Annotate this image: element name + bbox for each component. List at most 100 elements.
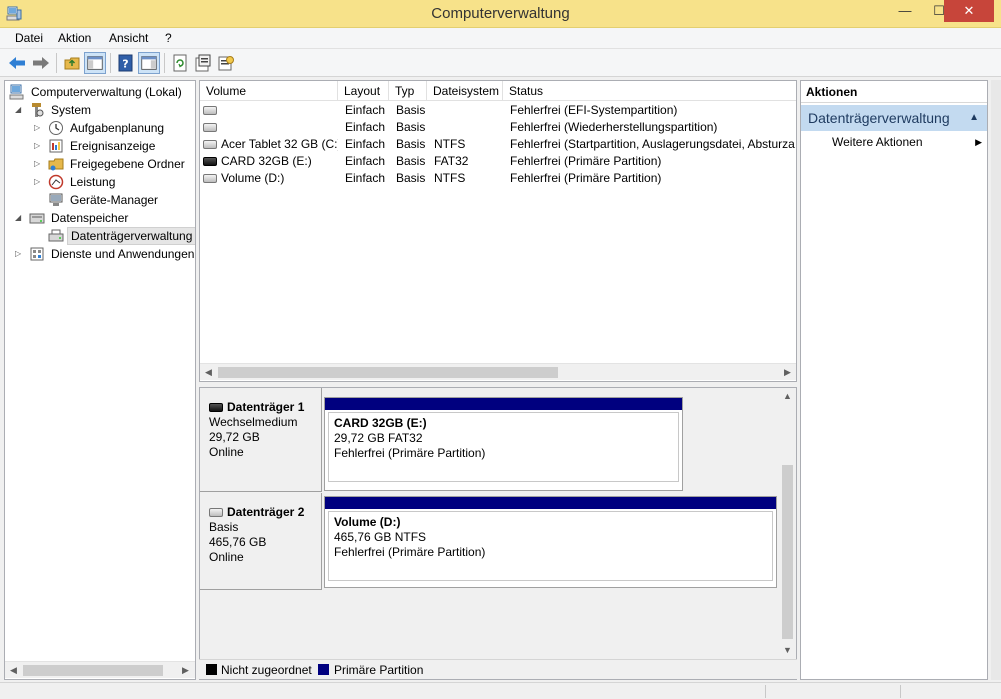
action-weitere-aktionen[interactable]: Weitere Aktionen ▶ bbox=[832, 133, 982, 151]
collapse-icon[interactable]: ◢ bbox=[15, 209, 25, 227]
legend-label-primary: Primäre Partition bbox=[334, 663, 424, 677]
table-row[interactable]: Einfach Basis Fehlerfrei (EFI-Systempart… bbox=[200, 102, 796, 119]
performance-icon bbox=[48, 174, 64, 190]
primary-partition-swatch bbox=[318, 664, 329, 675]
column-header-volume[interactable]: Volume bbox=[200, 81, 338, 101]
disk-2-label[interactable]: Datenträger 2 Basis 465,76 GB Online bbox=[200, 493, 322, 590]
system-tools-icon bbox=[32, 103, 44, 117]
volume-list: Volume Layout Typ Dateisystem Status Ein… bbox=[199, 80, 797, 382]
toolbar: ? bbox=[0, 49, 1001, 77]
table-row[interactable]: Einfach Basis Fehlerfrei (Wiederherstell… bbox=[200, 119, 796, 136]
properties-icon[interactable] bbox=[192, 52, 214, 74]
actions-section-datentraegerverwaltung[interactable]: Datenträgerverwaltung ▲ bbox=[801, 105, 987, 131]
drive-icon bbox=[203, 174, 217, 183]
forward-arrow-icon[interactable] bbox=[30, 52, 52, 74]
scroll-left-icon[interactable]: ◀ bbox=[200, 364, 217, 381]
disk-state: Online bbox=[209, 550, 244, 564]
up-folder-icon[interactable] bbox=[61, 52, 83, 74]
disk-size: 29,72 GB bbox=[209, 430, 260, 444]
minimize-button[interactable]: — bbox=[888, 0, 922, 22]
show-hide-action-pane-icon[interactable] bbox=[138, 52, 160, 74]
partition-detail: 29,72 GB FAT32 bbox=[334, 431, 423, 445]
menu-ansicht[interactable]: Ansicht bbox=[109, 31, 148, 45]
scroll-right-icon[interactable]: ▶ bbox=[779, 364, 796, 381]
storage-icon bbox=[29, 213, 45, 224]
scroll-right-icon[interactable]: ▶ bbox=[177, 662, 194, 679]
disk-type: Wechselmedium bbox=[209, 415, 298, 429]
help-icon[interactable]: ? bbox=[115, 52, 137, 74]
drive-icon bbox=[203, 106, 217, 115]
tree-item-label: Geräte-Manager bbox=[70, 193, 159, 207]
window-title: Computerverwaltung bbox=[431, 5, 570, 22]
partition-volume-d[interactable]: Volume (D:) 465,76 GB NTFS Fehlerfrei (P… bbox=[324, 496, 777, 588]
event-viewer-icon bbox=[49, 139, 63, 153]
drive-icon bbox=[209, 508, 223, 517]
window-edge bbox=[991, 80, 1001, 680]
tree-item-label: Dienste und Anwendungen bbox=[51, 247, 195, 261]
expand-icon[interactable]: ▷ bbox=[34, 173, 44, 191]
tree-item-label: Aufgabenplanung bbox=[70, 121, 165, 135]
action-label: Weitere Aktionen bbox=[832, 135, 923, 149]
volume-list-horizontal-scrollbar[interactable]: ◀ ▶ bbox=[200, 363, 796, 380]
expand-icon[interactable]: ▷ bbox=[34, 137, 44, 155]
scroll-thumb[interactable] bbox=[23, 665, 163, 676]
show-hide-console-tree-icon[interactable] bbox=[84, 52, 106, 74]
tree-item-label: Computerverwaltung (Lokal) bbox=[31, 85, 182, 99]
partition-card-e[interactable]: CARD 32GB (E:) 29,72 GB FAT32 Fehlerfrei… bbox=[324, 397, 683, 491]
title-bar: Computerverwaltung — ☐ ✕ bbox=[0, 0, 1001, 28]
refresh-icon[interactable] bbox=[169, 52, 191, 74]
tree-item-label: Datenspeicher bbox=[51, 211, 129, 225]
back-arrow-icon[interactable] bbox=[6, 52, 28, 74]
table-row[interactable]: Volume (D:) Einfach Basis NTFS Fehlerfre… bbox=[200, 170, 796, 187]
tree-item-label: Ereignisanzeige bbox=[70, 139, 156, 153]
scroll-down-icon[interactable]: ▼ bbox=[779, 642, 796, 659]
disk-management-icon bbox=[48, 229, 64, 242]
expand-icon[interactable]: ▷ bbox=[34, 155, 44, 173]
primary-partition-bar bbox=[325, 497, 776, 511]
menu-aktion[interactable]: Aktion bbox=[58, 31, 91, 45]
tree-horizontal-scrollbar[interactable]: ◀ ▶ bbox=[5, 661, 195, 678]
partition-name: CARD 32GB (E:) bbox=[334, 416, 427, 430]
drive-icon bbox=[203, 123, 217, 132]
disk-1-label[interactable]: Datenträger 1 Wechselmedium 29,72 GB Onl… bbox=[200, 388, 322, 492]
status-bar bbox=[0, 682, 1001, 699]
menu-help[interactable]: ? bbox=[165, 31, 172, 45]
collapse-icon[interactable]: ◢ bbox=[15, 101, 25, 119]
disk-type: Basis bbox=[209, 520, 239, 534]
tree-item-label: System bbox=[51, 103, 92, 117]
disk-size: 465,76 GB bbox=[209, 535, 267, 549]
collapse-up-icon[interactable]: ▲ bbox=[969, 105, 979, 131]
table-row[interactable]: Acer Tablet 32 GB (C:) Einfach Basis NTF… bbox=[200, 136, 796, 153]
scroll-thumb[interactable] bbox=[218, 367, 558, 378]
drive-icon bbox=[203, 140, 217, 149]
column-header-dateisystem[interactable]: Dateisystem bbox=[427, 81, 503, 101]
close-button[interactable]: ✕ bbox=[944, 0, 994, 22]
disk-graphical-view: Datenträger 1 Wechselmedium 29,72 GB Onl… bbox=[199, 387, 797, 680]
submenu-arrow-icon: ▶ bbox=[975, 137, 982, 147]
column-header-typ[interactable]: Typ bbox=[389, 81, 427, 101]
export-list-icon[interactable] bbox=[215, 52, 237, 74]
scroll-thumb[interactable] bbox=[782, 465, 793, 639]
column-header-status[interactable]: Status bbox=[503, 81, 796, 101]
actions-section-label: Datenträgerverwaltung bbox=[808, 110, 950, 126]
scroll-up-icon[interactable]: ▲ bbox=[779, 388, 796, 405]
svg-text:?: ? bbox=[122, 58, 128, 71]
menu-datei[interactable]: Datei bbox=[15, 31, 43, 45]
computer-management-icon bbox=[9, 84, 24, 100]
unallocated-swatch bbox=[206, 664, 217, 675]
removable-drive-icon bbox=[203, 157, 217, 166]
expand-icon[interactable]: ▷ bbox=[34, 119, 44, 137]
expand-icon[interactable]: ▷ bbox=[15, 245, 25, 263]
tree-item-label: Datenträgerverwaltung bbox=[67, 227, 195, 245]
partition-detail: 465,76 GB NTFS bbox=[334, 530, 427, 544]
clock-icon bbox=[49, 121, 63, 135]
actions-pane: Aktionen Datenträgerverwaltung ▲ Weitere… bbox=[800, 80, 988, 680]
column-header-layout[interactable]: Layout bbox=[338, 81, 389, 101]
disk-view-vertical-scrollbar[interactable]: ▲ ▼ bbox=[779, 388, 796, 659]
partition-status: Fehlerfrei (Primäre Partition) bbox=[334, 545, 486, 559]
partition-status: Fehlerfrei (Primäre Partition) bbox=[334, 446, 486, 460]
table-row[interactable]: CARD 32GB (E:) Einfach Basis FAT32 Fehle… bbox=[200, 153, 796, 170]
scroll-left-icon[interactable]: ◀ bbox=[5, 662, 22, 679]
device-manager-icon bbox=[49, 193, 63, 206]
removable-drive-icon bbox=[209, 403, 223, 412]
